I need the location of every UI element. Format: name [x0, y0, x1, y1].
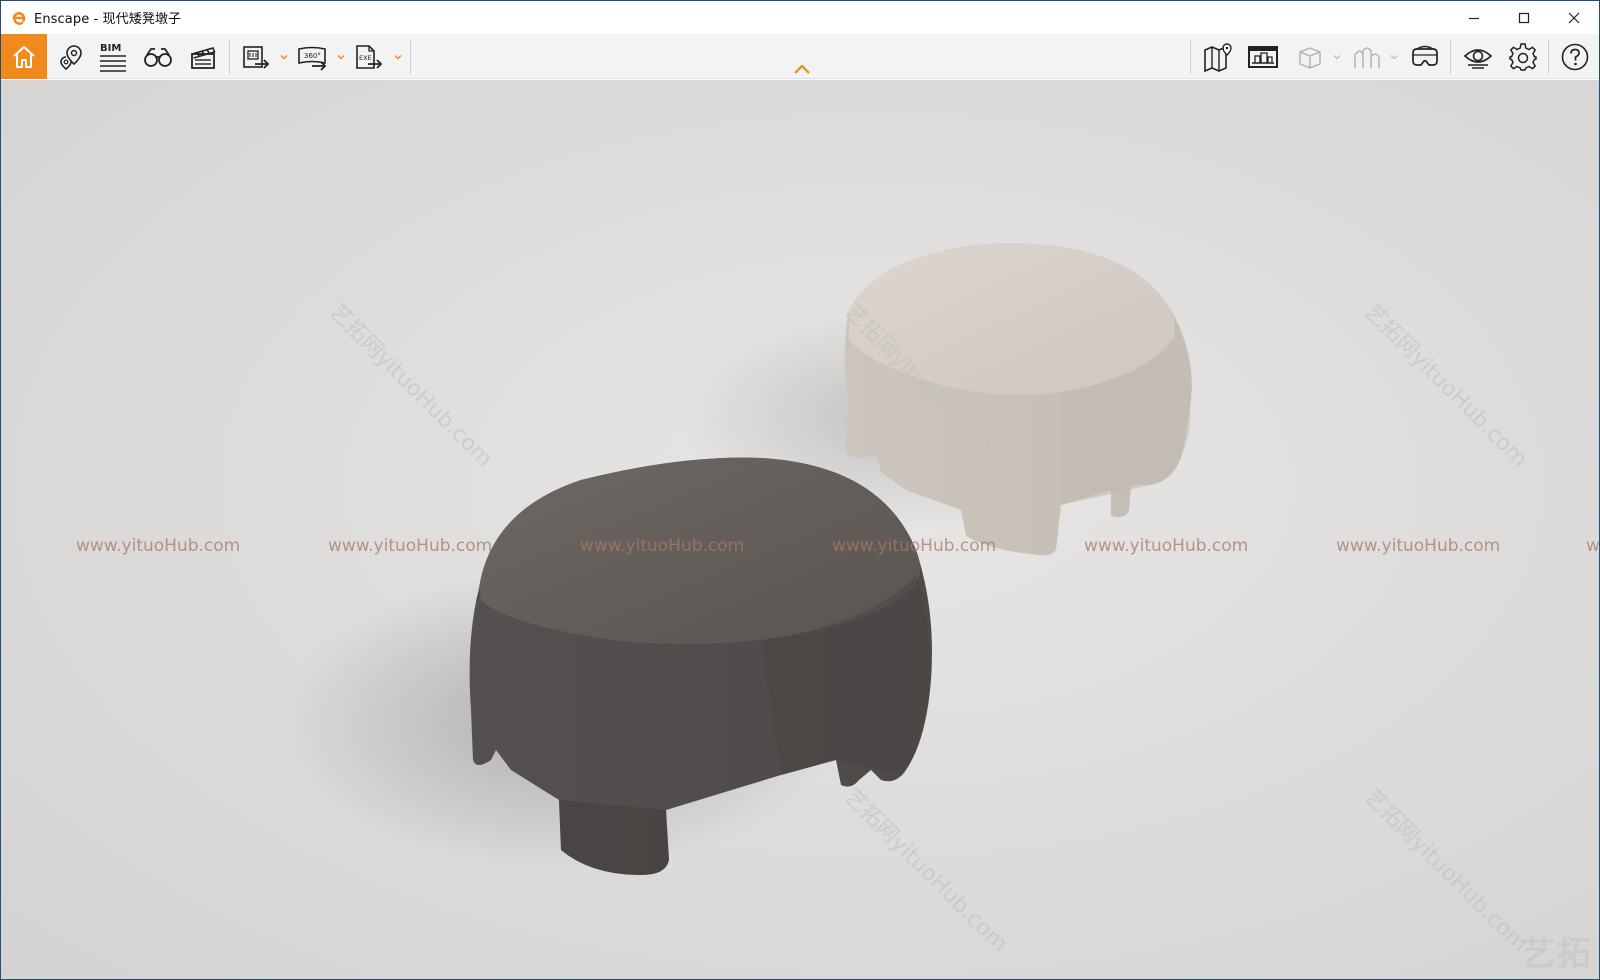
exe-export-button[interactable]: EXE	[351, 34, 387, 79]
views-button[interactable]	[53, 34, 89, 79]
render-viewport[interactable]: 艺拓网yituoHub.com 艺拓网yituoHub.com 艺拓网yituo…	[1, 80, 1600, 979]
cube-button[interactable]	[1293, 34, 1327, 79]
panorama-dropdown-icon[interactable]	[337, 53, 345, 61]
eye-icon	[1463, 48, 1493, 69]
map-button[interactable]	[1199, 34, 1237, 79]
site-context-icon	[1354, 46, 1380, 68]
vr-headset-icon	[1412, 45, 1438, 66]
toolbar-divider	[1190, 40, 1191, 74]
exe-label: EXE	[359, 54, 372, 62]
scene-render	[281, 242, 1192, 875]
panorama-button[interactable]: 360°	[294, 34, 330, 79]
enscape-logo-icon	[10, 9, 28, 27]
binoculars-icon	[144, 47, 172, 67]
vr-button[interactable]	[1406, 34, 1444, 79]
enscape-window: Enscape - 现代矮凳墩子 BIM 360° EXE 艺拓网yituoHu…	[0, 0, 1600, 980]
watermark-text: www.yituoHub.com	[832, 536, 997, 556]
window-controls	[1449, 1, 1599, 34]
cube-dropdown-icon[interactable]	[1333, 53, 1341, 61]
batch-render-button[interactable]	[238, 34, 274, 79]
clapperboard-icon	[191, 46, 216, 69]
watermark-text: www.yituoHub.com	[1084, 536, 1249, 556]
watermark-text: www.yituoHub.com	[76, 536, 241, 556]
assets-button[interactable]	[140, 34, 176, 79]
toolbar-divider	[410, 40, 411, 74]
help-icon	[1561, 43, 1589, 70]
bim-label: BIM	[100, 43, 121, 54]
watermark-text: www.yituoHub.com	[328, 536, 493, 556]
location-pin-icon	[60, 44, 82, 70]
corner-watermark-logo: 艺拓	[1521, 934, 1593, 974]
watermark-text: www.yituoHub.com	[1336, 536, 1501, 556]
maximize-icon	[1518, 12, 1530, 23]
title-bar: Enscape - 现代矮凳墩子	[1, 1, 1599, 34]
toolbar-divider	[229, 40, 230, 74]
panorama-360-icon: 360°	[298, 46, 327, 71]
video-button[interactable]	[185, 34, 221, 79]
home-button[interactable]	[1, 34, 47, 79]
map-pin-icon	[1204, 42, 1232, 72]
site-context-button[interactable]	[1350, 34, 1384, 79]
bim-button[interactable]: BIM	[95, 34, 131, 79]
close-button[interactable]	[1549, 1, 1599, 34]
site-context-dropdown-icon[interactable]	[1390, 53, 1398, 61]
maximize-button[interactable]	[1499, 1, 1549, 34]
watermark-text: w	[1586, 536, 1600, 556]
toolbar-divider	[1450, 40, 1451, 74]
watermark-text: www.yituoHub.com	[580, 536, 745, 556]
minimize-button[interactable]	[1449, 1, 1499, 34]
help-button[interactable]	[1556, 34, 1594, 79]
cube-icon	[1299, 46, 1321, 69]
toolbar-divider	[1548, 40, 1549, 74]
bim-icon: BIM	[100, 43, 126, 72]
exe-export-icon: EXE	[356, 44, 383, 69]
minimize-icon	[1469, 17, 1479, 19]
gear-icon	[1509, 42, 1537, 71]
monitor-button[interactable]	[1244, 34, 1282, 79]
settings-button[interactable]	[1504, 34, 1542, 79]
home-icon	[13, 45, 35, 68]
visual-settings-button[interactable]	[1459, 34, 1497, 79]
watermark-row: www.yituoHub.com www.yituoHub.com www.yi…	[1, 536, 1600, 560]
panorama-label: 360°	[304, 52, 321, 60]
batch-render-dropdown-icon[interactable]	[280, 53, 288, 61]
close-icon	[1568, 12, 1580, 23]
exe-export-dropdown-icon[interactable]	[394, 53, 402, 61]
batch-export-icon	[243, 45, 270, 69]
monitor-building-icon	[1248, 45, 1278, 68]
chevron-up-icon[interactable]	[793, 63, 811, 75]
main-toolbar: BIM 360° EXE	[1, 34, 1599, 79]
window-title: Enscape - 现代矮凳墩子	[34, 12, 182, 27]
